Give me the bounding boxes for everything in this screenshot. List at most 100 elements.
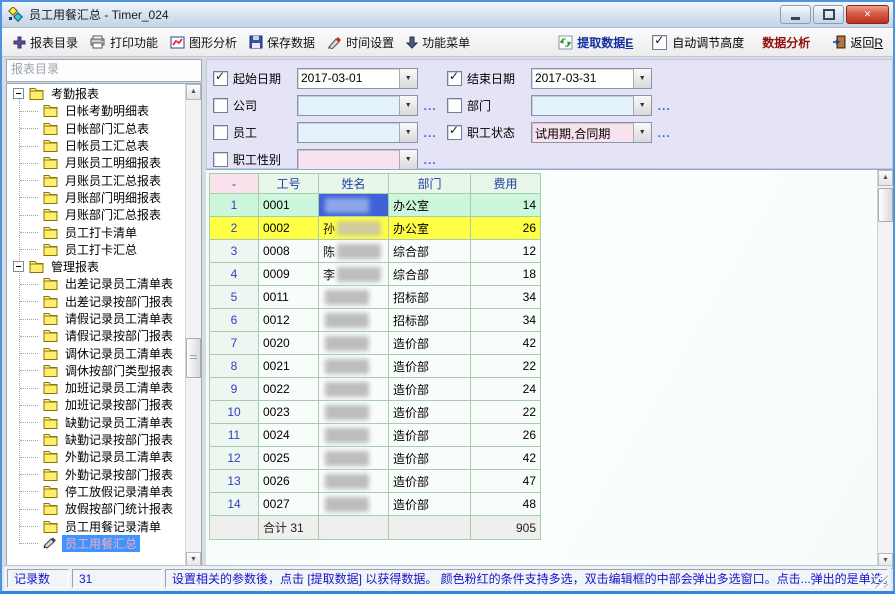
- employee-id-cell[interactable]: 0020: [259, 332, 319, 355]
- employee-name-cell[interactable]: [319, 470, 389, 493]
- tree-item[interactable]: 出差记录按部门报表: [7, 293, 186, 310]
- time-settings-button[interactable]: 时间设置: [322, 32, 399, 53]
- tree-item[interactable]: 调休记录员工清单表: [7, 344, 186, 361]
- employee-name-cell[interactable]: [319, 355, 389, 378]
- table-row[interactable]: 8 0021 造价部 22: [210, 355, 541, 378]
- table-row[interactable]: 9 0022 造价部 24: [210, 378, 541, 401]
- report-catalog-button[interactable]: 报表目录: [8, 32, 83, 53]
- tree-item[interactable]: 缺勤记录按部门报表: [7, 431, 186, 448]
- function-menu-button[interactable]: 功能菜单: [401, 32, 475, 53]
- employee-id-cell[interactable]: 0002: [259, 217, 319, 240]
- table-row[interactable]: 12 0025 造价部 42: [210, 447, 541, 470]
- department-cell[interactable]: 造价部: [389, 424, 471, 447]
- row-number-cell[interactable]: 9: [210, 378, 259, 401]
- tree-item[interactable]: 员工用餐记录清单: [7, 517, 186, 534]
- row-number-cell[interactable]: 13: [210, 470, 259, 493]
- department-combo[interactable]: ▼: [531, 95, 652, 116]
- employee-name-cell[interactable]: [319, 194, 389, 217]
- row-number-cell[interactable]: 14: [210, 493, 259, 516]
- department-cell[interactable]: 造价部: [389, 378, 471, 401]
- table-row[interactable]: 5 0011 招标部 34: [210, 286, 541, 309]
- tree-item[interactable]: 日帐部门汇总表: [7, 120, 186, 137]
- row-number-cell[interactable]: 2: [210, 217, 259, 240]
- employee-name-cell[interactable]: [319, 286, 389, 309]
- tree-item[interactable]: 考勤报表: [7, 85, 186, 102]
- fee-cell[interactable]: 14: [471, 194, 541, 217]
- employee-id-cell[interactable]: 0025: [259, 447, 319, 470]
- employee-name-cell[interactable]: [319, 424, 389, 447]
- fee-cell[interactable]: 42: [471, 332, 541, 355]
- column-header[interactable]: 部门: [389, 174, 471, 194]
- employee-name-cell[interactable]: [319, 309, 389, 332]
- fee-cell[interactable]: 18: [471, 263, 541, 286]
- tree-item[interactable]: 月账员工汇总报表: [7, 171, 186, 188]
- table-row[interactable]: 4 0009 李 综合部 18: [210, 263, 541, 286]
- row-number-cell[interactable]: 6: [210, 309, 259, 332]
- close-button[interactable]: ✕: [846, 5, 889, 24]
- fee-cell[interactable]: 34: [471, 309, 541, 332]
- return-button[interactable]: 返回R: [828, 32, 887, 53]
- employee-id-cell[interactable]: 0026: [259, 470, 319, 493]
- tree-item[interactable]: 管理报表: [7, 258, 186, 275]
- table-row[interactable]: 11 0024 造价部 26: [210, 424, 541, 447]
- chart-analysis-button[interactable]: 图形分析: [165, 32, 242, 53]
- restore-button[interactable]: [813, 5, 844, 24]
- print-button[interactable]: 打印功能: [85, 32, 163, 53]
- tree-item[interactable]: 员工打卡汇总: [7, 241, 186, 258]
- row-number-cell[interactable]: 3: [210, 240, 259, 263]
- row-number-cell[interactable]: 5: [210, 286, 259, 309]
- more-button[interactable]: ...: [418, 153, 447, 167]
- column-header[interactable]: 工号: [259, 174, 319, 194]
- table-row[interactable]: 6 0012 招标部 34: [210, 309, 541, 332]
- grid-scrollbar[interactable]: ▲ ▼: [877, 170, 893, 569]
- table-row[interactable]: 1 0001 办公室 14: [210, 194, 541, 217]
- resize-grip[interactable]: [875, 575, 888, 588]
- table-row[interactable]: 3 0008 陈 综合部 12: [210, 240, 541, 263]
- department-cell[interactable]: 综合部: [389, 240, 471, 263]
- employee-name-cell[interactable]: 陈: [319, 240, 389, 263]
- chevron-down-icon[interactable]: ▼: [399, 69, 417, 88]
- fee-cell[interactable]: 22: [471, 355, 541, 378]
- employee-id-cell[interactable]: 0001: [259, 194, 319, 217]
- tree-item[interactable]: 月账部门明细报表: [7, 189, 186, 206]
- more-button[interactable]: ...: [652, 126, 681, 140]
- collapse-box-icon[interactable]: [13, 88, 24, 99]
- column-header[interactable]: -: [210, 174, 259, 194]
- fee-cell[interactable]: 26: [471, 424, 541, 447]
- row-number-cell[interactable]: 1: [210, 194, 259, 217]
- employee-name-cell[interactable]: [319, 401, 389, 424]
- department-cell[interactable]: 招标部: [389, 309, 471, 332]
- tree-item[interactable]: 请假记录按部门报表: [7, 327, 186, 344]
- employee-name-cell[interactable]: [319, 447, 389, 470]
- tree-item[interactable]: 加班记录员工清单表: [7, 379, 186, 396]
- tree-item[interactable]: 出差记录员工清单表: [7, 275, 186, 292]
- department-cell[interactable]: 造价部: [389, 493, 471, 516]
- tree-item[interactable]: 日帐员工汇总表: [7, 137, 186, 154]
- end-date-combo[interactable]: 2017-03-31▼: [531, 68, 652, 89]
- table-row[interactable]: 7 0020 造价部 42: [210, 332, 541, 355]
- chevron-down-icon[interactable]: ▼: [633, 96, 651, 115]
- column-header[interactable]: 费用: [471, 174, 541, 194]
- grid-scroll-thumb[interactable]: [878, 188, 893, 222]
- fee-cell[interactable]: 22: [471, 401, 541, 424]
- more-button[interactable]: ...: [418, 126, 447, 140]
- fee-cell[interactable]: 26: [471, 217, 541, 240]
- tree-item[interactable]: 请假记录员工清单表: [7, 310, 186, 327]
- tree-item[interactable]: 外勤记录员工清单表: [7, 448, 186, 465]
- tree-scroll-thumb[interactable]: [186, 338, 201, 378]
- fee-cell[interactable]: 24: [471, 378, 541, 401]
- department-cell[interactable]: 办公室: [389, 194, 471, 217]
- row-number-cell[interactable]: 8: [210, 355, 259, 378]
- employee-gender-combo[interactable]: ▼: [297, 149, 418, 170]
- tree-item[interactable]: 外勤记录按部门报表: [7, 466, 186, 483]
- tree-item[interactable]: 月账部门汇总报表: [7, 206, 186, 223]
- employee-combo[interactable]: ▼: [297, 122, 418, 143]
- department-cell[interactable]: 综合部: [389, 263, 471, 286]
- chevron-down-icon[interactable]: ▼: [633, 123, 651, 142]
- fee-cell[interactable]: 48: [471, 493, 541, 516]
- employee-id-cell[interactable]: 0023: [259, 401, 319, 424]
- employee-name-cell[interactable]: [319, 332, 389, 355]
- employee-name-cell[interactable]: 李: [319, 263, 389, 286]
- row-number-cell[interactable]: 12: [210, 447, 259, 470]
- department-cell[interactable]: 招标部: [389, 286, 471, 309]
